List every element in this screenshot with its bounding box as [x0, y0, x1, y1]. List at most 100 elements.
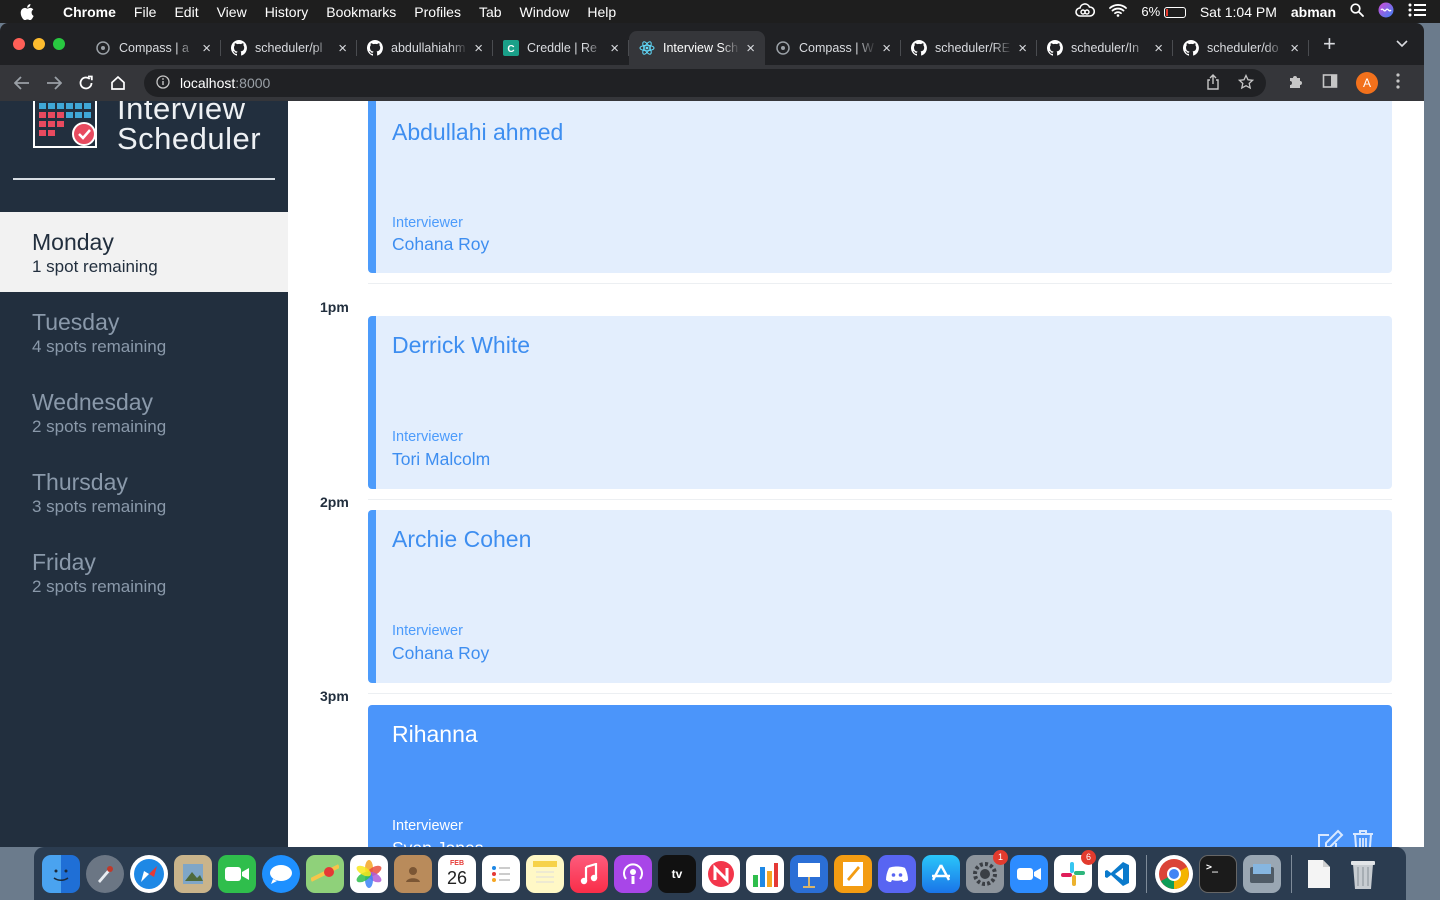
bookmark-star-icon[interactable]: [1237, 73, 1255, 93]
day-item-thursday[interactable]: Thursday 3 spots remaining: [0, 452, 288, 532]
home-button[interactable]: [102, 75, 134, 91]
photos-icon[interactable]: [350, 854, 388, 893]
discord-icon[interactable]: [878, 854, 916, 893]
pages-icon[interactable]: [834, 854, 872, 893]
day-item-wednesday[interactable]: Wednesday 2 spots remaining: [0, 372, 288, 452]
music-icon[interactable]: [570, 854, 608, 893]
appointment-card[interactable]: Archie Cohen Interviewer Cohana Roy: [368, 510, 1392, 683]
close-tab-icon[interactable]: ×: [1290, 40, 1299, 57]
new-tab-button[interactable]: +: [1323, 31, 1336, 57]
share-icon[interactable]: [1206, 73, 1220, 93]
delete-trash-icon[interactable]: [1352, 829, 1374, 847]
tab-github-4[interactable]: scheduler/In ×: [1037, 31, 1173, 65]
tab-github-5[interactable]: scheduler/do ×: [1173, 31, 1309, 65]
menu-tab[interactable]: Tab: [470, 4, 511, 20]
menu-window[interactable]: Window: [511, 4, 579, 20]
tab-compass-2[interactable]: Compass | W ×: [765, 31, 901, 65]
schedule-main: Abdullahi ahmed Interviewer Cohana Roy 1…: [288, 101, 1424, 847]
reminders-icon[interactable]: [482, 854, 520, 893]
calendar-icon[interactable]: FEB 26: [438, 854, 476, 893]
creative-cloud-icon[interactable]: [1075, 3, 1096, 20]
control-center-icon[interactable]: [1408, 3, 1426, 20]
menu-help[interactable]: Help: [578, 4, 625, 20]
appointment-card[interactable]: Derrick White Interviewer Tori Malcolm: [368, 316, 1392, 489]
contacts-icon[interactable]: [394, 854, 432, 893]
siri-icon[interactable]: [1378, 2, 1394, 21]
image-capture-icon[interactable]: [1243, 854, 1281, 893]
vscode-icon[interactable]: [1098, 854, 1136, 893]
menu-app-name[interactable]: Chrome: [54, 4, 125, 20]
spotlight-search-icon[interactable]: [1350, 3, 1364, 20]
trash-icon[interactable]: [1344, 855, 1382, 893]
apple-menu-icon[interactable]: [0, 3, 54, 20]
preview-icon[interactable]: [174, 854, 212, 893]
apple-tv-icon[interactable]: tv: [658, 854, 696, 893]
menu-edit[interactable]: Edit: [165, 4, 207, 20]
facetime-icon[interactable]: [218, 854, 256, 893]
side-panel-icon[interactable]: [1322, 73, 1338, 94]
student-name: Abdullahi ahmed: [392, 119, 564, 145]
app-store-icon[interactable]: [922, 854, 960, 893]
launchpad-icon[interactable]: [86, 854, 124, 893]
close-tab-icon[interactable]: ×: [202, 40, 211, 57]
menu-user[interactable]: abman: [1291, 4, 1336, 20]
chrome-menu-icon[interactable]: [1396, 72, 1400, 94]
document-icon[interactable]: [1300, 855, 1338, 893]
numbers-icon[interactable]: [746, 854, 784, 893]
close-tab-icon[interactable]: ×: [338, 40, 347, 57]
menu-clock[interactable]: Sat 1:04 PM: [1200, 4, 1277, 20]
day-item-monday[interactable]: Monday 1 spot remaining: [0, 212, 288, 292]
tab-github-1[interactable]: scheduler/pl ×: [221, 31, 357, 65]
tab-github-2[interactable]: abdullahiahm ×: [357, 31, 493, 65]
close-tab-icon[interactable]: ×: [746, 40, 755, 57]
menu-bookmarks[interactable]: Bookmarks: [317, 4, 405, 20]
site-info-icon[interactable]: [156, 74, 170, 92]
edit-icon[interactable]: [1316, 829, 1344, 847]
day-item-friday[interactable]: Friday 2 spots remaining: [0, 532, 288, 612]
system-preferences-icon[interactable]: 1: [966, 849, 1008, 893]
menu-file[interactable]: File: [125, 4, 166, 20]
wifi-icon[interactable]: [1109, 3, 1128, 20]
menu-profiles[interactable]: Profiles: [405, 4, 470, 20]
close-tab-icon[interactable]: ×: [1018, 40, 1027, 57]
address-bar[interactable]: localhost:8000: [144, 69, 1266, 97]
tab-creddle[interactable]: C Creddle | Re ×: [493, 31, 629, 65]
news-icon[interactable]: [702, 854, 740, 893]
tab-interview-scheduler[interactable]: Interview Sch ×: [629, 31, 765, 65]
close-tab-icon[interactable]: ×: [474, 40, 483, 57]
battery-indicator[interactable]: 6%: [1141, 4, 1186, 19]
chrome-icon[interactable]: [1155, 854, 1193, 893]
terminal-icon[interactable]: >_: [1199, 854, 1237, 893]
back-button[interactable]: [6, 76, 38, 90]
close-tab-icon[interactable]: ×: [882, 40, 891, 57]
menu-view[interactable]: View: [208, 4, 256, 20]
minimize-window-button[interactable]: [33, 38, 45, 50]
tab-compass-1[interactable]: Compass | a ×: [85, 31, 221, 65]
tab-title: scheduler/In: [1071, 41, 1140, 55]
close-window-button[interactable]: [13, 38, 25, 50]
finder-icon[interactable]: [42, 854, 80, 893]
messages-icon[interactable]: [262, 854, 300, 893]
close-tab-icon[interactable]: ×: [1154, 40, 1163, 57]
extensions-puzzle-icon[interactable]: [1288, 73, 1304, 94]
keynote-icon[interactable]: [790, 854, 828, 893]
close-tab-icon[interactable]: ×: [610, 40, 619, 57]
notes-icon[interactable]: [526, 854, 564, 893]
appointment-card[interactable]: Rihanna Interviewer Sven Jones: [368, 705, 1392, 847]
tab-github-3[interactable]: scheduler/RE ×: [901, 31, 1037, 65]
profile-avatar[interactable]: A: [1356, 72, 1378, 94]
reload-button[interactable]: [70, 75, 102, 91]
tab-search-chevron-icon[interactable]: [1396, 35, 1408, 53]
appointment-card[interactable]: Abdullahi ahmed Interviewer Cohana Roy: [368, 101, 1392, 273]
zoom-icon[interactable]: [1010, 854, 1048, 893]
podcasts-icon[interactable]: [614, 854, 652, 893]
zoom-window-button[interactable]: [53, 38, 65, 50]
tab-title: Creddle | Re: [527, 41, 597, 55]
day-item-tuesday[interactable]: Tuesday 4 spots remaining: [0, 292, 288, 372]
safari-icon[interactable]: [130, 854, 168, 893]
github-icon: [1047, 40, 1063, 56]
menu-history[interactable]: History: [256, 4, 318, 20]
maps-icon[interactable]: [306, 854, 344, 893]
slack-icon[interactable]: 6: [1054, 849, 1096, 893]
forward-button[interactable]: [38, 76, 70, 90]
